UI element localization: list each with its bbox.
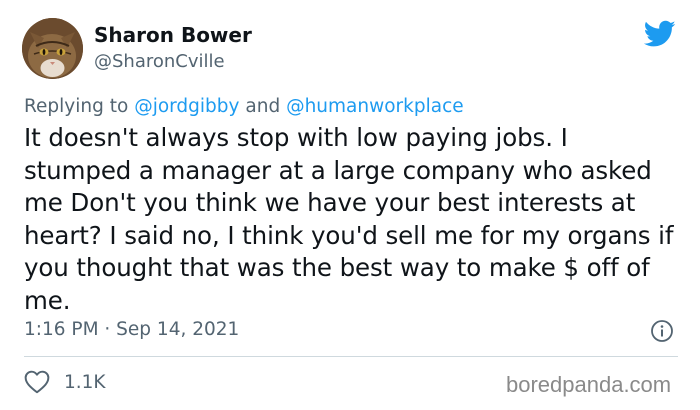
info-icon[interactable] [650, 319, 674, 343]
user-handle[interactable]: @SharonCville [94, 51, 225, 72]
divider [24, 356, 678, 357]
mention-link-humanworkplace[interactable]: @humanworkplace [286, 96, 464, 117]
mention-link-jordgibby[interactable]: @jordgibby [134, 96, 239, 117]
twitter-bird-icon[interactable] [643, 20, 676, 48]
display-name[interactable]: Sharon Bower [94, 23, 252, 47]
replying-prefix: Replying to [24, 96, 135, 117]
tweet-text: It doesn't always stop with low paying j… [24, 123, 674, 315]
like-count: 1.1K [64, 371, 106, 393]
like-button[interactable]: 1.1K [24, 370, 106, 394]
replying-joiner: and [239, 96, 287, 117]
avatar[interactable] [22, 18, 83, 79]
tweet-card: Sharon Bower @SharonCville Replying to @… [0, 0, 700, 410]
tweet-timestamp[interactable]: 1:16 PM · Sep 14, 2021 [24, 319, 239, 340]
heart-icon[interactable] [24, 370, 50, 394]
watermark: boredpanda.com [506, 372, 672, 397]
replying-to-line: Replying to @jordgibby and @humanworkpla… [24, 96, 464, 117]
